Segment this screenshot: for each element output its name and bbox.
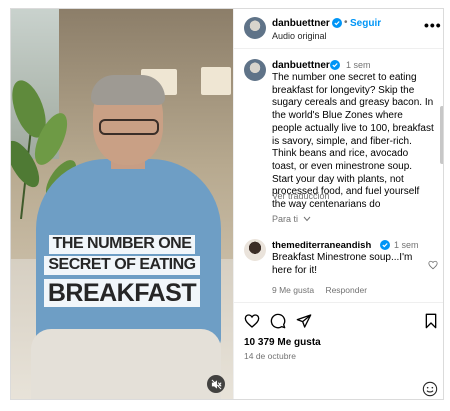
- speaker-muted-icon: [211, 379, 222, 389]
- see-translation-link[interactable]: Ver traducción: [272, 191, 330, 201]
- like-count[interactable]: 10 379 Me gusta: [244, 337, 321, 348]
- comments-section: danbuettner 1 sem The number one secret …: [234, 50, 443, 302]
- video-person-glasses: [99, 119, 159, 135]
- post-header: danbuettner • Seguir Audio original •••: [234, 9, 443, 49]
- video-caption-line: BREAKFAST: [43, 278, 201, 307]
- comment-filter-dropdown[interactable]: Para ti: [272, 214, 311, 224]
- audio-label[interactable]: Audio original: [272, 31, 327, 41]
- share-send-icon[interactable]: [296, 313, 312, 329]
- post-author-avatar[interactable]: [244, 59, 266, 81]
- mute-button[interactable]: [207, 375, 225, 393]
- comment-bubble-icon[interactable]: [270, 313, 286, 329]
- header-separator: •: [344, 17, 348, 28]
- video-person-legs: [31, 329, 221, 399]
- comment-text: Breakfast Minestrone soup...I'm here for…: [272, 252, 413, 276]
- author-avatar[interactable]: [244, 17, 266, 39]
- post-author-username[interactable]: danbuettner: [272, 60, 330, 71]
- like-heart-icon[interactable]: [244, 313, 260, 329]
- verified-badge-icon: [330, 60, 340, 70]
- post-actions: 10 379 Me gusta 14 de octubre: [234, 302, 443, 399]
- verified-badge-icon: [380, 240, 390, 250]
- commenter-username[interactable]: themediterraneandish: [272, 240, 371, 251]
- video-person-hair: [91, 75, 165, 105]
- post-date[interactable]: 14 de octubre: [244, 351, 296, 361]
- heart-icon[interactable]: [428, 260, 438, 270]
- follow-button[interactable]: Seguir: [350, 18, 381, 29]
- comment-time: 1 sem: [394, 240, 419, 250]
- author-username[interactable]: danbuettner: [272, 18, 330, 29]
- video-lamp: [201, 67, 231, 95]
- reply-button[interactable]: Responder: [325, 285, 367, 295]
- comments-scrollbar[interactable]: [440, 106, 443, 164]
- video-caption: THE NUMBER ONE SECRET OF EATING BREAKFAS…: [33, 235, 211, 309]
- video-caption-line: THE NUMBER ONE: [48, 235, 196, 254]
- verified-badge-icon: [332, 18, 342, 28]
- chevron-down-icon: [303, 216, 310, 222]
- bookmark-icon[interactable]: [424, 313, 438, 329]
- emoji-icon[interactable]: [422, 381, 438, 397]
- post-modal: THE NUMBER ONE SECRET OF EATING BREAKFAS…: [10, 8, 444, 400]
- reel-video[interactable]: THE NUMBER ONE SECRET OF EATING BREAKFAS…: [11, 9, 233, 399]
- comment-meta: 9 Me gusta Responder: [272, 285, 376, 295]
- more-options-button[interactable]: •••: [424, 17, 442, 33]
- comment-likes[interactable]: 9 Me gusta: [272, 285, 314, 295]
- comment-filter-label: Para ti: [272, 214, 299, 224]
- video-caption-line: SECRET OF EATING: [44, 255, 200, 275]
- post-time: 1 sem: [346, 60, 371, 70]
- post-sidebar: danbuettner • Seguir Audio original ••• …: [233, 9, 443, 399]
- commenter-avatar[interactable]: [244, 239, 266, 261]
